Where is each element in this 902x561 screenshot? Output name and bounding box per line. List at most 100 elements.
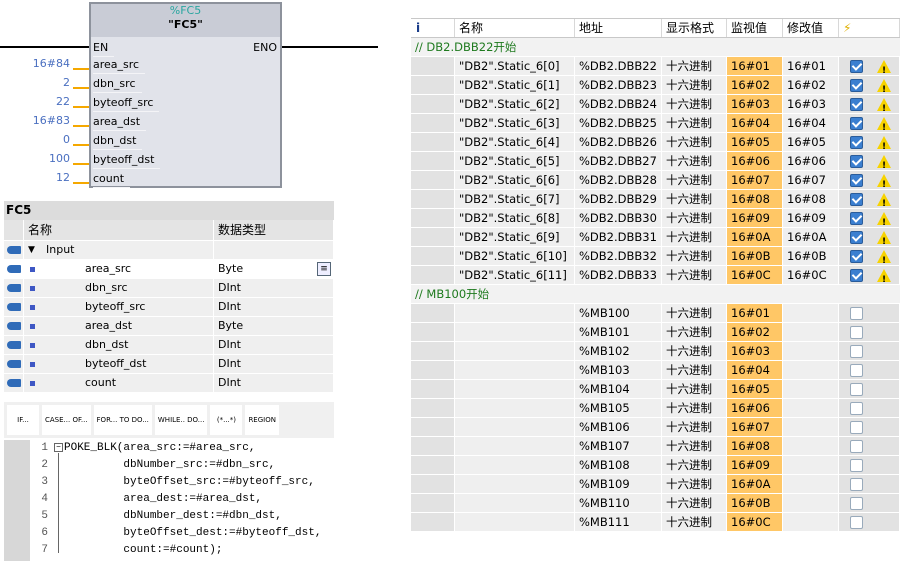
modify-value[interactable]: 16#04 (783, 114, 839, 132)
param-type[interactable]: Byte (218, 262, 243, 275)
code-text[interactable]: area_dest:=#area_dst, (64, 493, 262, 505)
code-text[interactable]: POKE_BLK(area_src:=#area_src, (64, 442, 255, 454)
watch-row[interactable]: %MB105 十六进制 16#06 (411, 399, 900, 418)
modify-checkbox[interactable] (850, 478, 863, 491)
modify-checkbox[interactable] (850, 345, 863, 358)
modify-checkbox[interactable] (850, 383, 863, 396)
watch-col-header[interactable]: 修改值 (783, 19, 839, 37)
interface-row[interactable]: area_dst Byte (4, 317, 334, 336)
fold-icon[interactable]: − (54, 443, 63, 452)
tag-name[interactable]: "DB2".Static_6[5] (455, 152, 575, 170)
watch-row[interactable]: "DB2".Static_6[5] %DB2.DBB27 十六进制 16#06 16#0… (411, 152, 900, 171)
modify-checkbox[interactable] (850, 269, 863, 282)
watch-row[interactable]: "DB2".Static_6[6] %DB2.DBB28 十六进制 16#07 16#0… (411, 171, 900, 190)
param-name[interactable]: area_dst (85, 319, 132, 332)
tag-name[interactable]: "DB2".Static_6[3] (455, 114, 575, 132)
modify-value[interactable]: 16#03 (783, 95, 839, 113)
modify-value[interactable] (783, 304, 839, 322)
modify-value[interactable]: 16#02 (783, 76, 839, 94)
tag-name[interactable] (455, 380, 575, 398)
code-text[interactable]: byteOffset_dest:=#byteoff_dst, (64, 527, 321, 539)
code-line[interactable]: 4 area_dest:=#area_dst, (34, 491, 262, 508)
watch-col-header[interactable]: i (411, 19, 455, 37)
toolbar-button[interactable]: (*...*) (210, 405, 243, 435)
interface-row[interactable]: byteoff_dst DInt (4, 355, 334, 374)
param-name[interactable]: dbn_src (85, 281, 128, 294)
tag-name[interactable]: "DB2".Static_6[6] (455, 171, 575, 189)
watch-row[interactable]: %MB102 十六进制 16#03 (411, 342, 900, 361)
watch-row[interactable]: "DB2".Static_6[9] %DB2.DBB31 十六进制 16#0A 16#0… (411, 228, 900, 247)
pin-value[interactable]: 16#83 (0, 113, 70, 129)
tag-name[interactable]: "DB2".Static_6[4] (455, 133, 575, 151)
param-type[interactable]: DInt (218, 300, 241, 313)
code-text[interactable]: byteOffset_src:=#byteoff_src, (64, 476, 314, 488)
modify-checkbox[interactable] (850, 364, 863, 377)
modify-value[interactable]: 16#09 (783, 209, 839, 227)
watch-row[interactable]: %MB100 十六进制 16#01 (411, 304, 900, 323)
interface-row[interactable]: dbn_dst DInt (4, 336, 334, 355)
modify-checkbox[interactable] (850, 250, 863, 263)
modify-checkbox[interactable] (850, 193, 863, 206)
type-list-icon[interactable]: ≡ (317, 262, 331, 276)
modify-checkbox[interactable] (850, 421, 863, 434)
modify-value[interactable] (783, 475, 839, 493)
code-text[interactable]: count:=#count); (64, 544, 222, 556)
modify-value[interactable]: 16#0C (783, 266, 839, 284)
param-type[interactable]: DInt (218, 357, 241, 370)
tag-name[interactable] (455, 437, 575, 455)
param-type[interactable]: DInt (218, 281, 241, 294)
watch-row[interactable]: %MB107 十六进制 16#08 (411, 437, 900, 456)
tag-name[interactable] (455, 494, 575, 512)
watch-row[interactable]: "DB2".Static_6[1] %DB2.DBB23 十六进制 16#02 16#0… (411, 76, 900, 95)
watch-row[interactable]: "DB2".Static_6[8] %DB2.DBB30 十六进制 16#09 16#0… (411, 209, 900, 228)
modify-value[interactable] (783, 418, 839, 436)
modify-checkbox[interactable] (850, 60, 863, 73)
modify-value[interactable] (783, 494, 839, 512)
tag-name[interactable] (455, 304, 575, 322)
section-input[interactable]: ▼ Input (4, 241, 334, 260)
tag-name[interactable]: "DB2".Static_6[11] (455, 266, 575, 284)
watch-row[interactable]: "DB2".Static_6[0] %DB2.DBB22 十六进制 16#01 16#0… (411, 57, 900, 76)
watch-row[interactable]: %MB106 十六进制 16#07 (411, 418, 900, 437)
modify-value[interactable] (783, 323, 839, 341)
watch-row[interactable]: "DB2".Static_6[11] %DB2.DBB33 十六进制 16#0C 16#… (411, 266, 900, 285)
modify-value[interactable] (783, 456, 839, 474)
code-line[interactable]: 7 count:=#count); (34, 542, 222, 559)
tag-name[interactable] (455, 418, 575, 436)
modify-value[interactable] (783, 437, 839, 455)
modify-checkbox[interactable] (850, 98, 863, 111)
modify-value[interactable]: 16#0B (783, 247, 839, 265)
comment-row[interactable]: // MB100开始 (411, 285, 900, 303)
modify-checkbox[interactable] (850, 117, 863, 130)
code-text[interactable]: dbNumber_dest:=#dbn_dst, (64, 510, 281, 522)
watch-row[interactable]: %MB103 十六进制 16#04 (411, 361, 900, 380)
watch-col-header[interactable]: 名称 (455, 19, 575, 37)
tag-name[interactable] (455, 323, 575, 341)
toolbar-button[interactable]: WHILE.. DO... (154, 405, 208, 435)
param-name[interactable]: dbn_dst (85, 338, 128, 351)
pin-value[interactable]: 0 (0, 132, 70, 148)
code-line[interactable]: 1 POKE_BLK(area_src:=#area_src, (34, 440, 255, 457)
watch-row[interactable]: "DB2".Static_6[3] %DB2.DBB25 十六进制 16#04 16#0… (411, 114, 900, 133)
tag-name[interactable]: "DB2".Static_6[2] (455, 95, 575, 113)
collapse-icon[interactable]: ▼ (28, 241, 35, 259)
tag-name[interactable] (455, 342, 575, 360)
watch-row[interactable]: %MB108 十六进制 16#09 (411, 456, 900, 475)
watch-col-header[interactable]: 监视值 (727, 19, 783, 37)
interface-row[interactable]: area_src Byte ≡ (4, 260, 334, 279)
modify-value[interactable]: 16#06 (783, 152, 839, 170)
modify-value[interactable]: 16#05 (783, 133, 839, 151)
watch-row[interactable]: %MB109 十六进制 16#0A (411, 475, 900, 494)
interface-row[interactable]: count DInt (4, 374, 334, 393)
modify-value[interactable] (783, 399, 839, 417)
watch-col-header[interactable]: 地址 (575, 19, 662, 37)
tag-name[interactable]: "DB2".Static_6[10] (455, 247, 575, 265)
watch-row[interactable]: "DB2".Static_6[10] %DB2.DBB32 十六进制 16#0B 16#… (411, 247, 900, 266)
code-line[interactable]: 2 dbNumber_src:=#dbn_src, (34, 457, 275, 474)
modify-checkbox[interactable] (850, 516, 863, 529)
tag-name[interactable] (455, 456, 575, 474)
modify-checkbox[interactable] (850, 174, 863, 187)
toolbar-button[interactable]: CASE... OF... (42, 405, 91, 435)
tag-name[interactable]: "DB2".Static_6[1] (455, 76, 575, 94)
pin-value[interactable]: 12 (0, 170, 70, 186)
